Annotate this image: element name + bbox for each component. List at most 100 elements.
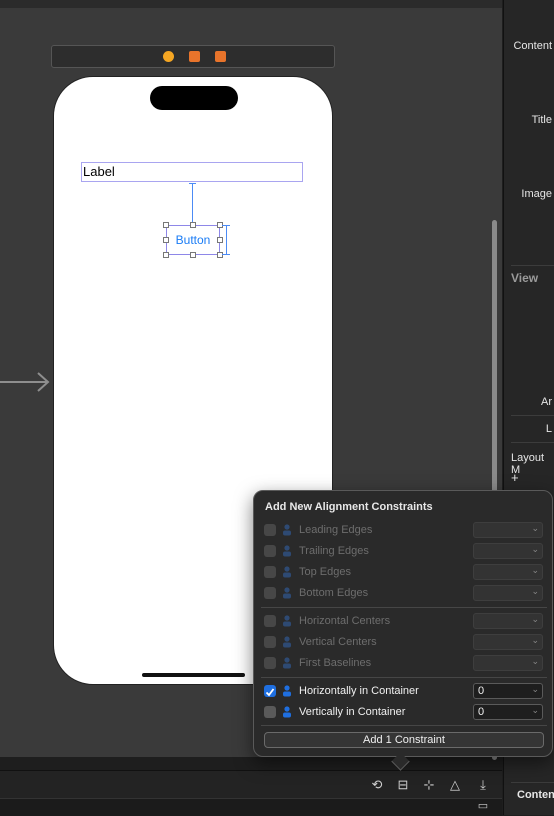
bottom-edges-icon [283, 587, 291, 599]
inspector-separator [511, 442, 554, 443]
button-element[interactable]: Button [166, 225, 220, 255]
constraint-constant-value: 0 [478, 685, 485, 697]
horizontally-in-container-icon [283, 685, 291, 697]
chevron-down-icon: ⌄ [531, 705, 539, 715]
constraint-constant-field: ⌄ [473, 564, 543, 580]
constraint-constant-field[interactable]: 0 ⌄ [473, 704, 543, 720]
constraint-label: Trailing Edges [299, 545, 369, 557]
constraint-constant-field: ⌄ [473, 522, 543, 538]
checkmark-icon [265, 688, 275, 697]
constraint-row: Bottom Edges ⌄ [254, 583, 554, 604]
constraint-row: Vertical Centers ⌄ [254, 632, 554, 653]
chevron-down-icon: ⌄ [531, 656, 539, 666]
constraint-constant-field: ⌄ [473, 613, 543, 629]
chevron-down-icon: ⌄ [531, 523, 539, 533]
chevron-down-icon: ⌄ [531, 684, 539, 694]
view-controller-icon[interactable] [163, 51, 174, 62]
group-separator [261, 725, 547, 726]
label-element[interactable]: Label [81, 162, 303, 182]
constraint-checkbox [264, 636, 276, 648]
update-frames-icon[interactable]: ⟲ [368, 776, 386, 794]
constraint-checkbox [264, 587, 276, 599]
resize-handle-bottom[interactable] [190, 252, 196, 258]
inspector-content-label: Content [513, 40, 552, 52]
top-edges-icon [283, 566, 291, 578]
document-outline-icon[interactable]: ▭ [474, 797, 492, 815]
constraint-checkbox [264, 524, 276, 536]
constraint-constant-field: ⌄ [473, 634, 543, 650]
group-separator [261, 677, 547, 678]
constraint-label: Bottom Edges [299, 587, 369, 599]
vertically-in-container-icon [283, 706, 291, 718]
resize-handle-right[interactable] [217, 237, 223, 243]
inspector-image-label: Image [521, 188, 552, 200]
constraint-label: Horizontally in Container [299, 685, 419, 697]
inspector-view-header: View [511, 271, 539, 285]
constraint-label: Vertically in Container [299, 706, 406, 718]
inspector-content-bottom-label: Conten [517, 789, 554, 801]
constraint-constant-field[interactable]: 0 ⌄ [473, 683, 543, 699]
height-constraint[interactable] [226, 225, 227, 255]
resize-handle-left[interactable] [163, 237, 169, 243]
constraint-row: Horizontally in Container 0 ⌄ [254, 681, 554, 702]
constraint-row: Leading Edges ⌄ [254, 520, 554, 541]
trailing-edges-icon [283, 545, 291, 557]
canvas-bottom-toolbar: ⟲ ⊟ ⊹ △ ⤓ [0, 770, 502, 799]
popover-title: Add New Alignment Constraints [265, 501, 433, 513]
constraint-row: Vertically in Container 0 ⌄ [254, 702, 554, 723]
exit-icon[interactable] [215, 51, 226, 62]
constraint-checkbox [264, 545, 276, 557]
constraint-label: First Baselines [299, 657, 372, 669]
embed-in-icon[interactable]: ⤓ [474, 776, 492, 794]
constraint-label: Top Edges [299, 566, 351, 578]
resize-handle-top-left[interactable] [163, 222, 169, 228]
group-separator [261, 607, 547, 608]
chevron-down-icon: ⌄ [531, 635, 539, 645]
chevron-down-icon: ⌄ [531, 586, 539, 596]
canvas-top-strip [0, 0, 502, 8]
add-new-constraints-icon[interactable]: ⊹ [420, 776, 438, 794]
alignment-constraints-popover: Add New Alignment Constraints Leading Ed… [253, 490, 554, 771]
add-constraints-button[interactable]: Add 1 Constraint [264, 732, 544, 748]
resize-handle-top[interactable] [190, 222, 196, 228]
constraint-row: Horizontal Centers ⌄ [254, 611, 554, 632]
first-responder-icon[interactable] [189, 51, 200, 62]
dynamic-island [150, 86, 238, 110]
constraint-constant-field: ⌄ [473, 655, 543, 671]
constraint-row: Top Edges ⌄ [254, 562, 554, 583]
height-constraint-cap-top [222, 225, 230, 226]
constraint-constant-value: 0 [478, 706, 485, 718]
vertical-centers-icon [283, 636, 291, 648]
constraint-label: Vertical Centers [299, 636, 377, 648]
popover-pointer [391, 752, 410, 771]
scene-dock [51, 45, 335, 68]
constraint-constant-field: ⌄ [473, 585, 543, 601]
constraint-checkbox [264, 566, 276, 578]
first-baselines-icon [283, 657, 291, 669]
canvas-status-bar: ▭ [0, 798, 502, 816]
constraint-constant-field: ⌄ [473, 543, 543, 559]
vertical-spacing-constraint[interactable] [192, 183, 193, 225]
constraint-checkbox[interactable] [264, 706, 276, 718]
inspector-title-label: Title [531, 114, 552, 126]
resize-handle-bottom-right[interactable] [217, 252, 223, 258]
leading-edges-icon [283, 524, 291, 536]
constraint-row: First Baselines ⌄ [254, 653, 554, 674]
inspector-ar-label: Ar [541, 396, 552, 408]
inspector-separator [511, 265, 554, 266]
resolve-auto-layout-issues-icon[interactable]: △ [446, 776, 464, 794]
constraint-row: Trailing Edges ⌄ [254, 541, 554, 562]
inspector-separator [511, 782, 554, 783]
inspector-add-button[interactable]: + [511, 470, 519, 485]
constraint-checkbox [264, 657, 276, 669]
initial-view-controller-arrow [0, 372, 50, 392]
constraint-label: Horizontal Centers [299, 615, 391, 627]
constraint-checkbox[interactable] [264, 685, 276, 697]
resize-handle-bottom-left[interactable] [163, 252, 169, 258]
inspector-separator [511, 415, 554, 416]
horizontal-centers-icon [283, 615, 291, 627]
align-icon[interactable]: ⊟ [394, 776, 412, 794]
height-constraint-cap-bottom [222, 254, 230, 255]
home-indicator [142, 673, 245, 677]
constraint-label: Leading Edges [299, 524, 373, 536]
